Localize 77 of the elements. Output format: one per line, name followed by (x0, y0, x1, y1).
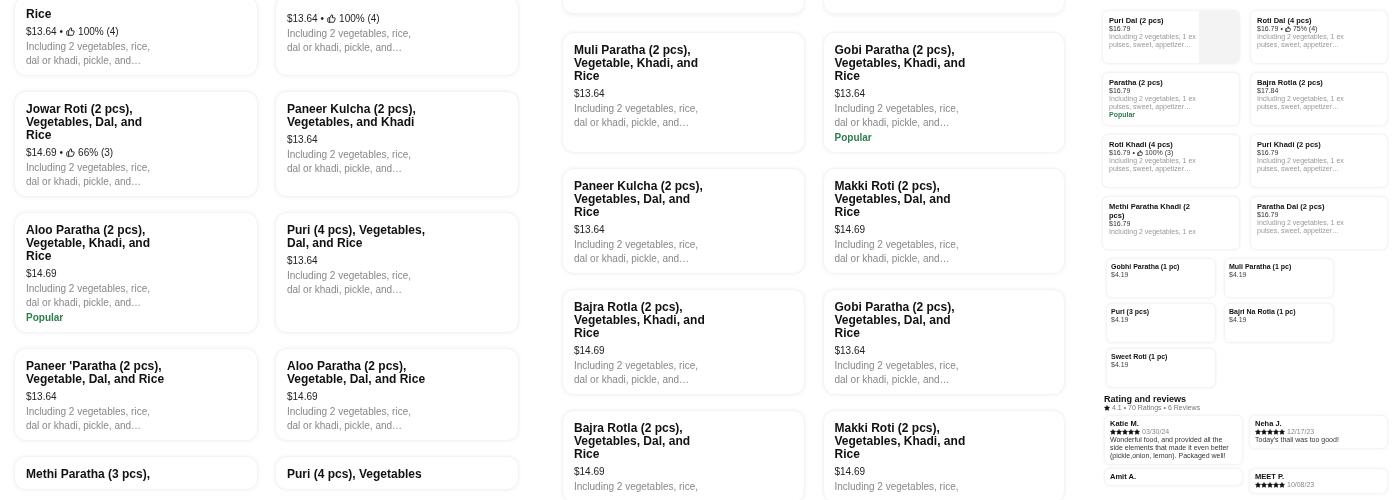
menu-card[interactable]: Paneer 'Paratha (2 pcs), Vegetable, Dal, and Rice $13.64 Including 2 vegetables, rice, dal or khadi, pickle, and… (14, 348, 258, 441)
item-description: Including 2 vegetables, rice, dal or khadi, pickle, and… (574, 238, 699, 265)
menu-card[interactable]: Paneer Kulcha (2 pcs), Vegetables, Dal, and Rice $13.64 Including 2 vegetables, rice, dal or khadi, pickle, and… (562, 168, 805, 274)
item-description: Including 2 vegetables, rice, dal or khadi, pickle, and… (834, 238, 960, 265)
item-price: $14.69 (834, 466, 866, 477)
item-title: Puri (4 pcs), Vegetables (287, 468, 423, 481)
menu-card[interactable]: Makki Roti (2 pcs), Vegetables, Khadi, and Rice $14.69 Including 2 vegetables, rice, (822, 410, 1065, 500)
item-title: Aloo Paratha (2 pcs), Vegetable, Dal, and Rice (287, 360, 427, 386)
menu-card[interactable]: Muli Paratha (2 pcs), Vegetable, Khadi, and Rice $13.64 Including 2 vegetables, rice, dal or khadi, pickle, and… (562, 32, 805, 153)
item-price: $14.69 (26, 268, 57, 279)
item-price: $13.64 (574, 88, 605, 99)
item-description: Including 2 vegetables, rice, dal or khadi, pickle, and… (26, 282, 151, 309)
item-description: Including 2 vegetables, rice, (574, 480, 699, 494)
star-icon (1104, 405, 1110, 411)
item-description: Including 2 vegetables, rice, dal or khadi, pickle, and… (26, 405, 151, 432)
menu-card[interactable]: Puri (4 pcs), Vegetables, Dal, and Rice $13.64 Including 2 vegetables, rice, dal or khadi, pickle, and… (275, 212, 519, 333)
menu-card[interactable]: Methi Paratha (3 pcs), (14, 456, 258, 490)
item-description: Including 2 vegetables, rice, dal or khadi, pickle, and… (287, 27, 412, 54)
item-title: Paneer 'Paratha (2 pcs), Vegetable, Dal, and Rice (26, 360, 166, 386)
item-description: Including 2 vegetables, rice, dal or khadi, pickle, and… (26, 161, 151, 188)
popular-label: Popular (26, 311, 64, 324)
item-price: $13.64 (834, 345, 866, 356)
item-description: Including 2 vegetables, rice, dal or khadi, pickle, and… (287, 148, 412, 175)
item-price: $13.64 (574, 224, 605, 235)
item-title: Muli Paratha (2 pcs), Vegetable, Khadi, and Rice (574, 44, 700, 83)
item-title: Gobi Paratha (2 pcs), Vegetables, Dal, and Rice (834, 301, 956, 340)
item-rating: 100% (4) (78, 26, 119, 37)
item-description: Including 2 vegetables, rice, dal or khadi, pickle, and… (287, 405, 412, 432)
item-title: Paneer Kulcha (2 pcs), Vegetables, and Khadi (287, 103, 417, 129)
item-title: Paneer Kulcha (2 pcs), Vegetables, Dal, and Rice (574, 180, 704, 219)
item-rating: 66% (3) (78, 147, 114, 158)
item-title: Bajra Rotla (2 pcs), Vegetables, Khadi, and Rice (574, 301, 706, 340)
separator-dot: • (59, 26, 64, 37)
item-title: Puri (4 pcs), Vegetables, Dal, and Rice (287, 224, 427, 250)
item-description: Including 2 vegetables, rice, (834, 480, 960, 494)
menu-card[interactable]: Jowar Roti (2 pcs), Vegetables, Dal, and Rice $14.69 • 66% (3) Including 2 vegetables, rice, dal or khadi, pickle, and… (14, 91, 258, 197)
item-description: Including 2 vegetables, rice, dal or khadi, pickle, and… (287, 269, 412, 296)
item-price: $14.69 (574, 466, 605, 477)
menu-card[interactable]: Bajra Rotla (2 pcs), Vegetables, Dal, and Rice $14.69 Including 2 vegetables, rice, (562, 410, 805, 500)
item-title: Aloo Paratha (2 pcs), Vegetable, Khadi, and Rice (26, 224, 152, 263)
menu-card[interactable]: Aloo Paratha (2 pcs), Vegetable, Dal, and Rice $14.69 Including 2 vegetables, rice, dal or khadi, pickle, and… (275, 348, 519, 441)
item-price: $13.64 (26, 391, 57, 402)
item-title: Rice (26, 8, 53, 21)
menu-card[interactable]: Paneer Kulcha (2 pcs), Vegetables, and Khadi $13.64 Including 2 vegetables, rice, dal or khadi, pickle, and… (275, 91, 519, 197)
item-description: Including 2 vegetables, rice, dal or khadi, pickle, and… (834, 359, 960, 386)
menu-card[interactable]: Gobi Paratha (2 pcs), Vegetables, Khadi, and Rice $13.64 Including 2 vegetables, rice, dal or khadi, pickle, and… Popular (822, 32, 1065, 153)
item-description: Including 2 vegetables, rice, dal or khadi, pickle, and… (574, 359, 699, 386)
separator-dot: • (59, 147, 64, 158)
item-price: $14.69 (834, 224, 866, 235)
item-price: $13.64 (834, 88, 866, 99)
section-heading: Rating and reviews (1104, 394, 1188, 404)
item-title: Jowar Roti (2 pcs), Vegetables, Dal, and Rice (26, 103, 144, 142)
menu-card[interactable]: Makki Roti (2 pcs), Vegetables, Dal, and Rice $14.69 Including 2 vegetables, rice, dal or khadi, pickle, and… (822, 168, 1065, 274)
menu-card[interactable]: Rice $13.64 • 100% (4) Including 2 vegetables, rice, dal or khadi, pickle, and… (14, 0, 258, 76)
item-title: Makki Roti (2 pcs), Vegetables, Dal, and Rice (834, 180, 952, 219)
item-description: Including 2 vegetables, rice, dal or khadi, pickle, and… (574, 102, 699, 129)
item-title: Makki Roti (2 pcs), Vegetables, Khadi, and Rice (834, 422, 967, 461)
menu-card[interactable]: $13.64 • 100% (4) Including 2 vegetables, rice, dal or khadi, pickle, and… (275, 0, 519, 76)
popular-label: Popular (834, 131, 872, 144)
item-price: $14.69 (574, 345, 605, 356)
item-price: $13.64 (26, 26, 57, 37)
item-price: $13.64 (287, 13, 318, 24)
item-price: $14.69 (287, 391, 318, 402)
item-price: $13.64 (287, 255, 318, 266)
menu-card[interactable]: Gobi Paratha (2 pcs), Vegetables, Dal, and Rice $13.64 Including 2 vegetables, rice, dal or khadi, pickle, and… (822, 289, 1065, 395)
item-title: Gobi Paratha (2 pcs), Vegetables, Khadi, and Rice (834, 44, 967, 83)
item-title: Bajra Rotla (2 pcs), Vegetables, Dal, and Rice (574, 422, 692, 461)
separator-dot: • (320, 13, 325, 24)
item-title: Methi Paratha (3 pcs), (26, 468, 152, 481)
item-description: Including 2 vegetables, rice, dal or khadi, pickle, and… (26, 40, 151, 67)
item-description: Including 2 vegetables, rice, dal or khadi, pickle, and… (834, 102, 960, 129)
item-price: $14.69 (26, 147, 57, 158)
menu-card[interactable]: Puri (4 pcs), Vegetables (275, 456, 519, 490)
item-price: $13.64 (287, 134, 318, 145)
menu-card[interactable]: Bajra Rotla (2 pcs), Vegetables, Khadi, and Rice $14.69 Including 2 vegetables, rice, dal or khadi, pickle, and… (562, 289, 805, 395)
item-rating: 100% (4) (339, 13, 380, 24)
menu-card[interactable]: Aloo Paratha (2 pcs), Vegetable, Khadi, and Rice $14.69 Including 2 vegetables, rice, dal or khadi, pickle, and… Popular (14, 212, 258, 333)
